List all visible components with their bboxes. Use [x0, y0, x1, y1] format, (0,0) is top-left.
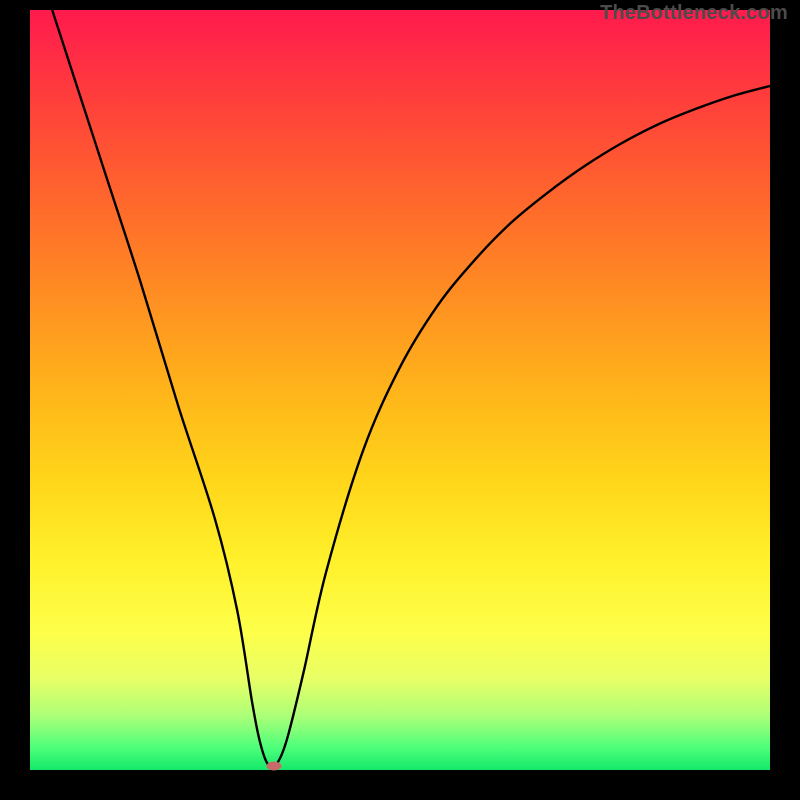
curve-svg — [30, 10, 770, 770]
chart-plot-area — [30, 10, 770, 770]
watermark-text: TheBottleneck.com — [600, 2, 788, 25]
bottleneck-curve — [52, 10, 770, 767]
minimum-marker — [267, 762, 282, 771]
chart-frame: TheBottleneck.com — [0, 0, 800, 800]
